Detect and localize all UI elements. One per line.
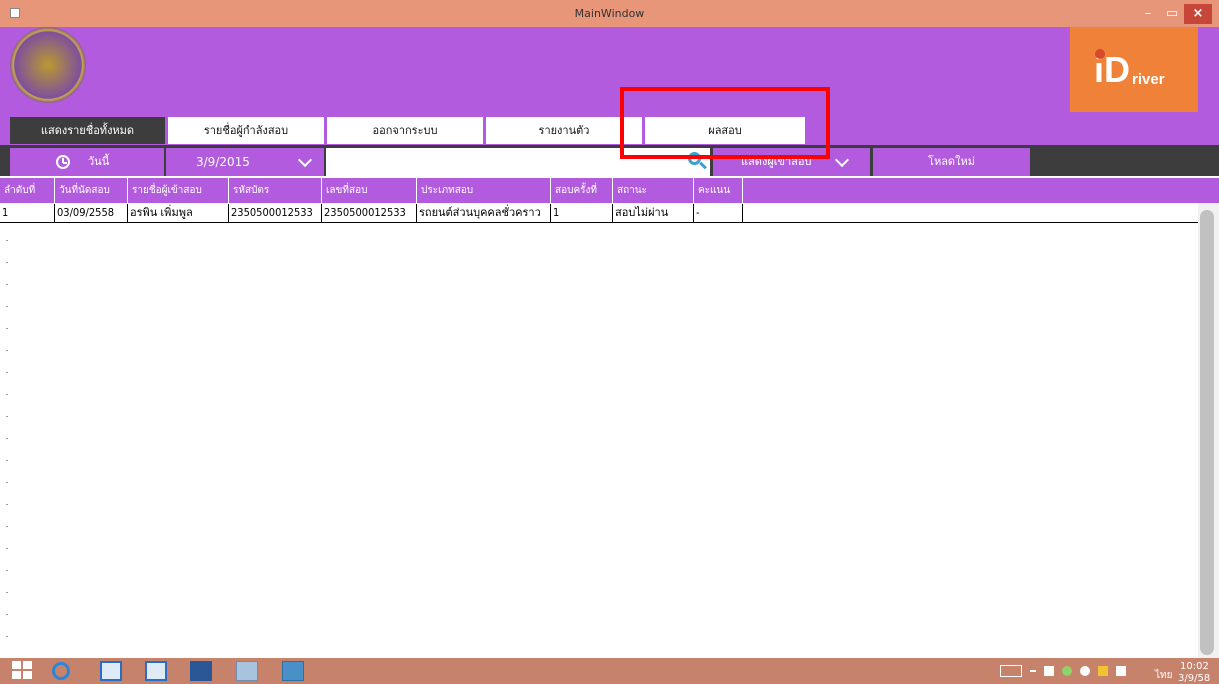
today-button[interactable]: วันนี้	[10, 148, 164, 176]
clock-date[interactable]: 3/9/58	[1178, 673, 1210, 684]
idriver-logo: i D river	[1070, 27, 1198, 112]
keyboard-icon[interactable]	[1000, 665, 1022, 677]
app-icon[interactable]	[282, 661, 304, 681]
language-indicator[interactable]: ไทย	[1155, 668, 1172, 683]
cell-score: -	[694, 204, 743, 222]
column-header-exam-type[interactable]: ประเภทสอบ	[417, 178, 551, 203]
column-header-exam-number[interactable]: เลขที่สอบ	[322, 178, 417, 203]
minimize-button[interactable]: –	[1136, 4, 1160, 24]
clock-time[interactable]: 10:02	[1180, 661, 1209, 672]
maximize-button[interactable]: ▭	[1160, 4, 1184, 24]
cell-date: 03/09/2558	[55, 204, 128, 222]
chevron-down-icon	[297, 152, 313, 168]
internet-explorer-icon[interactable]	[50, 661, 72, 681]
tab-in-exam[interactable]: รายชื่อผู้กำลังสอบ	[168, 117, 324, 144]
logo-letter-d: D	[1104, 49, 1130, 90]
tab-logout[interactable]: ออกจากระบบ	[327, 117, 483, 144]
close-button[interactable]: ×	[1184, 4, 1212, 24]
cell-attempt: 1	[551, 204, 613, 222]
column-header-status[interactable]: สถานะ	[613, 178, 694, 203]
clock-icon	[56, 155, 70, 169]
row-gridlines	[6, 240, 8, 650]
paint-icon[interactable]	[236, 661, 258, 681]
column-header-card-id[interactable]: รหัสบัตร	[229, 178, 322, 203]
cell-status: สอบไม่ผ่าน	[613, 204, 694, 222]
logo-text: river	[1132, 71, 1165, 88]
chevron-down-icon	[834, 152, 850, 168]
window-titlebar: MainWindow – ▭ ×	[0, 0, 1219, 27]
column-header-name[interactable]: รายชื่อผู้เข้าสอบ	[128, 178, 229, 203]
window-app-icon[interactable]	[100, 661, 122, 681]
reload-button[interactable]: โหลดใหม่	[873, 148, 1030, 176]
cell-exam-type: รถยนต์ส่วนบุคคลชั่วคราว	[417, 204, 551, 222]
date-picker[interactable]: 3/9/2015	[166, 148, 324, 176]
window-title: MainWindow	[574, 7, 645, 20]
date-value: 3/9/2015	[196, 155, 250, 169]
cell-name: อรพิน เพิ่มพูล	[128, 204, 229, 222]
tray-icons[interactable]	[1030, 666, 1140, 676]
column-header-attempt[interactable]: สอบครั้งที่	[551, 178, 613, 203]
cell-card-id: 2350500012533	[229, 204, 322, 222]
today-label: วันนี้	[88, 155, 110, 168]
column-header-score[interactable]: คะแนน	[694, 178, 743, 203]
window-app-icon[interactable]	[145, 661, 167, 681]
tab-check-in[interactable]: รายงานตัว	[486, 117, 642, 144]
windows-start-icon[interactable]	[12, 661, 34, 681]
row-divider	[0, 222, 1198, 223]
department-seal-logo	[10, 27, 86, 103]
scrollbar-thumb[interactable]	[1200, 210, 1214, 655]
column-header-date[interactable]: วันที่นัดสอบ	[55, 178, 128, 203]
column-header-number[interactable]: ลำดับที่	[0, 178, 55, 203]
word-icon[interactable]	[190, 661, 212, 681]
cell-exam-number: 2350500012533	[322, 204, 417, 222]
cell-number: 1	[0, 204, 55, 222]
highlight-box	[620, 87, 830, 159]
tab-show-all[interactable]: แสดงรายชื่อทั้งหมด	[10, 117, 165, 144]
